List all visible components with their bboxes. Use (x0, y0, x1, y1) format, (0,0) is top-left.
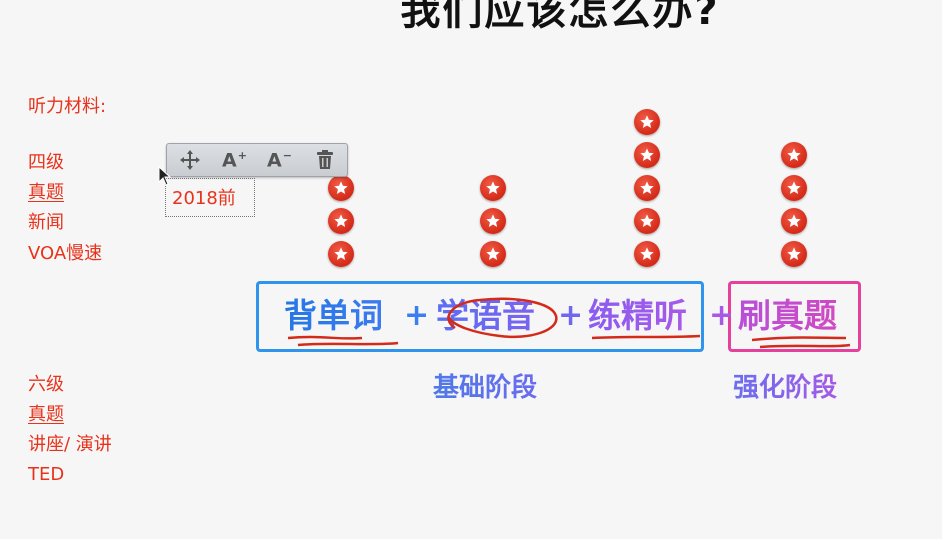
ink-underline-exams (751, 336, 847, 342)
ink-underline-exams-2 (759, 343, 851, 349)
ink-annotations (287, 297, 851, 349)
ink-underline-vocabulary-2 (297, 341, 399, 347)
ink-underline-vocabulary (287, 335, 363, 340)
ink-circle-phonetics (446, 297, 558, 339)
ink-underline-listening (591, 334, 701, 340)
